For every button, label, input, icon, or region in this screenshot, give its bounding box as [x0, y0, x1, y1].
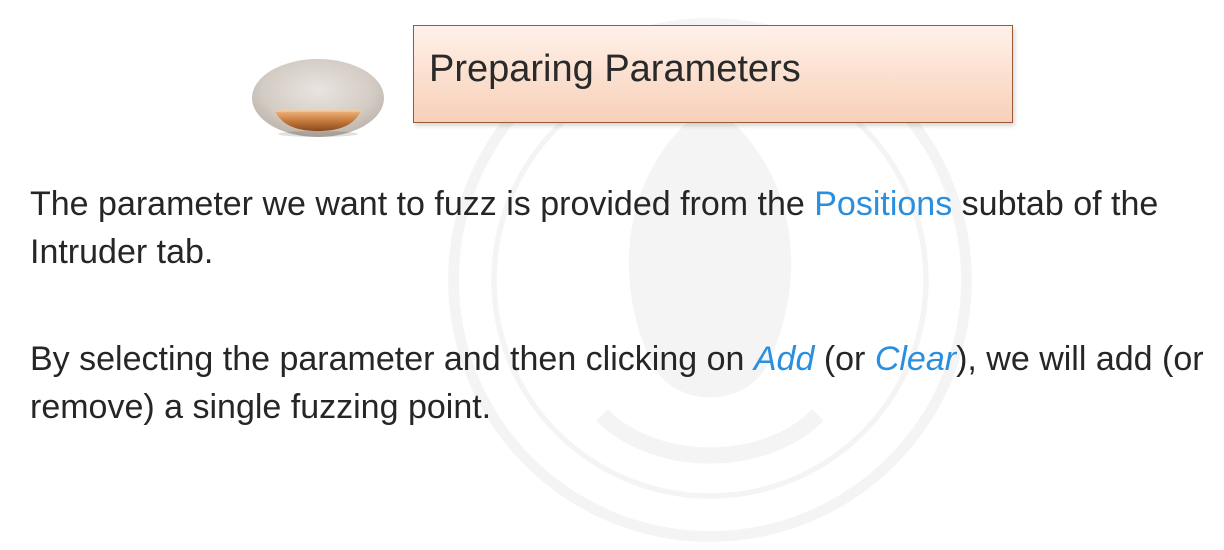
paragraph-positions: The parameter we want to fuzz is provide…	[30, 180, 1210, 276]
paragraph-add-clear: By selecting the parameter and then clic…	[30, 335, 1210, 431]
clear-term: Clear	[874, 340, 957, 378]
paragraph1-text-before: The parameter we want to fuzz is provide…	[30, 185, 815, 223]
add-term: Add	[753, 340, 815, 378]
bowl-icon	[252, 59, 384, 137]
paragraph2-text-part2: (or	[814, 340, 875, 378]
positions-link: Positions	[814, 185, 953, 223]
paragraph2-text-part1: By selecting the parameter and then clic…	[30, 340, 754, 378]
title-box: Preparing Parameters	[413, 25, 1013, 123]
slide-title: Preparing Parameters	[429, 48, 801, 90]
